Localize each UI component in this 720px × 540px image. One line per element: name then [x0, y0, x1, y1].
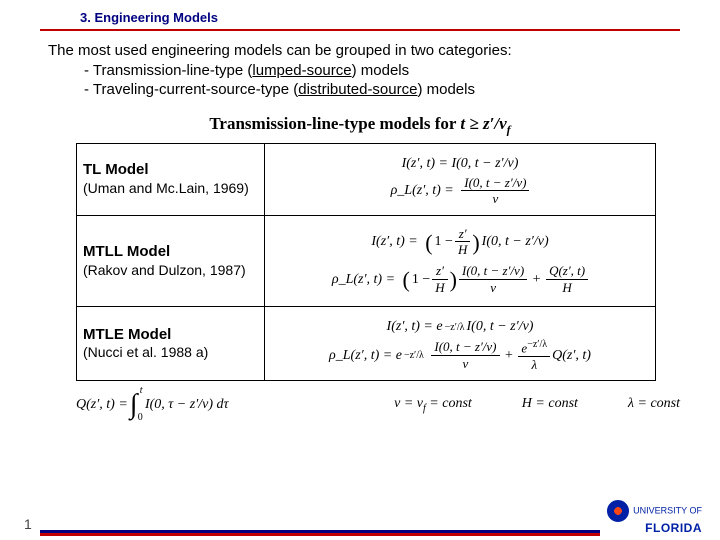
keyword-lumped: lumped-source: [252, 62, 351, 79]
model-title: MTLL Model: [83, 243, 258, 262]
q-definition: Q(z′, t) = ∫t0 I(0, τ − z′/ν) dτ: [76, 389, 229, 421]
model-citation: (Rakov and Dulzon, 1987): [83, 262, 258, 280]
const-h: H = const: [522, 396, 578, 414]
model-eq-cell: I(z′, t) = (1 − z′H) I(0, t − z′/ν) ρ_L(…: [265, 215, 656, 307]
model-eq-cell: I(z′, t) = I(0, t − z′/ν) ρ_L(z′, t) = I…: [265, 143, 656, 215]
equation-current: I(z′, t) = I(0, t − z′/ν): [271, 152, 649, 176]
equation-current: I(z′, t) = (1 − z′H) I(0, t − z′/ν): [271, 224, 649, 261]
model-eq-cell: I(z′, t) = e−z′/λ I(0, t − z′/ν) ρ_L(z′,…: [265, 307, 656, 381]
text: ) models: [352, 62, 410, 79]
constants-list: ν = vf = const H = const λ = const: [394, 396, 680, 414]
equation-charge: ρ_L(z′, t) = (1 − z′H) I(0, t − z′/ν)ν +…: [271, 261, 649, 298]
keyword-distributed: distributed-source: [298, 81, 417, 98]
condition: t ≥ z′/v: [460, 114, 506, 133]
model-name-cell: MTLE Model (Nucci et al. 1988 a): [77, 307, 265, 381]
model-citation: (Uman and Mc.Lain, 1969): [83, 180, 258, 198]
equation-charge: ρ_L(z′, t) = I(0, t − z′/ν)ν: [271, 176, 649, 207]
page-number: 1: [24, 516, 32, 532]
equation-charge: ρ_L(z′, t) = e−z′/λ I(0, t − z′/ν)ν + e−…: [271, 339, 649, 372]
models-table: TL Model (Uman and Mc.Lain, 1969) I(z′, …: [76, 143, 656, 381]
table-caption: Transmission-line-type models for t ≥ z′…: [0, 114, 720, 137]
footer-equations: Q(z′, t) = ∫t0 I(0, τ − z′/ν) dτ ν = vf …: [76, 389, 680, 421]
section-header: 3. Engineering Models: [0, 0, 720, 27]
equation-current: I(z′, t) = e−z′/λ I(0, t − z′/ν): [271, 315, 649, 339]
model-name-cell: TL Model (Uman and Mc.Lain, 1969): [77, 143, 265, 215]
model-name-cell: MTLL Model (Rakov and Dulzon, 1987): [77, 215, 265, 307]
table-row: TL Model (Uman and Mc.Lain, 1969) I(z′, …: [77, 143, 656, 215]
logo-big-text: FLORIDA: [645, 521, 702, 535]
intro-text: The most used engineering models can be …: [0, 31, 720, 100]
university-logo: UNIVERSITY OF FLORIDA: [607, 500, 702, 534]
const-v: ν = vf = const: [394, 396, 472, 414]
model-title: MTLE Model: [83, 326, 258, 345]
table-row: MTLE Model (Nucci et al. 1988 a) I(z′, t…: [77, 307, 656, 381]
model-title: TL Model: [83, 161, 258, 180]
footer-rule: [40, 533, 600, 536]
model-citation: (Nucci et al. 1988 a): [83, 344, 258, 362]
const-lambda: λ = const: [628, 396, 680, 414]
text: Transmission-line-type models for: [209, 114, 460, 133]
intro-bullet2: - Traveling-current-source-type (distrib…: [48, 80, 680, 100]
text: - Transmission-line-type (: [84, 62, 252, 79]
logo-small-text: UNIVERSITY OF: [633, 505, 702, 515]
text: - Traveling-current-source-type (: [84, 81, 298, 98]
seal-icon: [607, 500, 629, 522]
table-row: MTLL Model (Rakov and Dulzon, 1987) I(z′…: [77, 215, 656, 307]
subscript: f: [507, 122, 511, 136]
text: ) models: [417, 81, 475, 98]
intro-line1: The most used engineering models can be …: [48, 41, 680, 61]
intro-bullet1: - Transmission-line-type (lumped-source)…: [48, 61, 680, 81]
